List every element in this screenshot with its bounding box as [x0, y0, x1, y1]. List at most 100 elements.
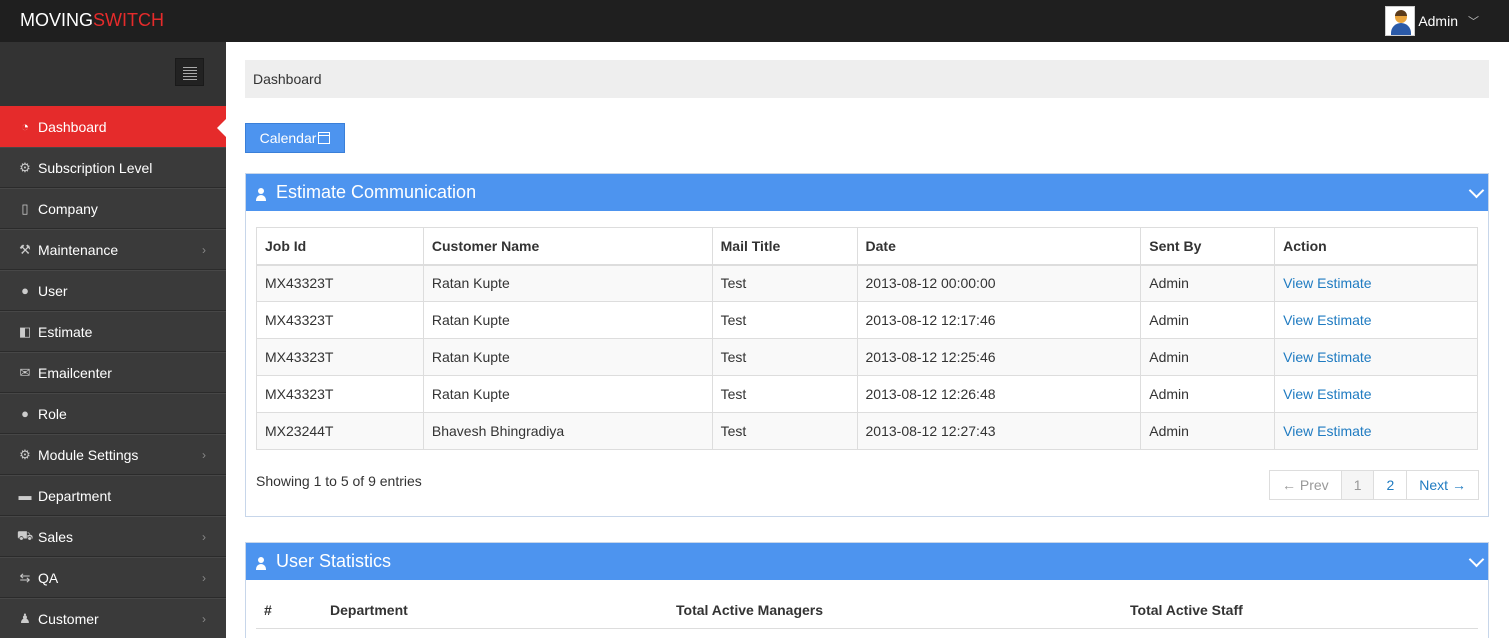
- sidebar-item-customer[interactable]: ♟ Customer ›: [0, 598, 226, 638]
- sidebar-item-dashboard[interactable]: ◔ Dashboard: [0, 106, 227, 147]
- sidebar-item-company[interactable]: ▯ Company: [0, 188, 226, 229]
- sidebar-header: [0, 42, 226, 106]
- retweet-icon: ⇆: [19, 569, 31, 585]
- pagination-page-1[interactable]: 1: [1340, 470, 1375, 500]
- view-estimate-link[interactable]: View Estimate: [1283, 275, 1371, 291]
- chevron-right-icon: ›: [202, 612, 206, 626]
- user-icon: [256, 556, 266, 570]
- gear-icon: ⚙: [19, 159, 31, 175]
- view-estimate-link[interactable]: View Estimate: [1283, 312, 1371, 328]
- panel-title: User Statistics: [276, 551, 392, 571]
- sidebar-item-emailcenter[interactable]: ✉ Emailcenter: [0, 352, 226, 393]
- users-icon: ●: [21, 406, 29, 421]
- chevron-down-icon[interactable]: ﹀: [1468, 13, 1479, 29]
- user-menu[interactable]: Admin ﹀: [1385, 5, 1479, 37]
- sidebar-item-qa[interactable]: ⇆ QA ›: [0, 557, 226, 598]
- sidebar-item-module-settings[interactable]: ⚙ Module Settings ›: [0, 434, 226, 475]
- pagination: ← Prev 1 2 Next →: [1269, 470, 1479, 500]
- sidebar-item-label: Department: [38, 487, 112, 504]
- table-row: MX43323T Ratan Kupte Test 2013-08-12 00:00:…: [256, 264, 1478, 302]
- chevron-right-icon: ›: [202, 571, 206, 585]
- avatar[interactable]: [1385, 6, 1416, 36]
- building-icon: ▯: [21, 200, 29, 216]
- panel-header: Estimate Communication: [246, 174, 1488, 211]
- sidebar-item-estimate[interactable]: ◧ Estimate: [0, 311, 226, 352]
- sidebar-item-user[interactable]: ● User: [0, 270, 226, 311]
- sidebar-toggle-button[interactable]: [175, 58, 204, 86]
- view-estimate-link[interactable]: View Estimate: [1283, 349, 1371, 365]
- table-cell: View Estimate: [1274, 301, 1478, 339]
- table-cell: Bhavesh Bhingradiya: [422, 412, 713, 450]
- pagination-prev[interactable]: ← Prev: [1269, 470, 1342, 500]
- sidebar-item-subscription-level[interactable]: ⚙ Subscription Level: [0, 147, 226, 188]
- brand-logo[interactable]: MOVINGSWITCH: [20, 10, 164, 31]
- sidebar-item-role[interactable]: ● Role: [0, 393, 226, 434]
- sidebar-item-label: QA: [38, 569, 59, 586]
- column-header[interactable]: Mail Title: [711, 227, 858, 266]
- table-cell: MX43323T: [256, 375, 424, 413]
- pagination-page-2[interactable]: 2: [1373, 470, 1408, 500]
- breadcrumb-item[interactable]: Dashboard: [253, 71, 322, 87]
- table-cell: Ratan Kupte: [422, 375, 713, 413]
- sidebar-nav: ◔ Dashboard ⚙ Subscription Level ▯ Company ⚒ Ma…: [0, 106, 227, 638]
- user-statistics-table: # Department Total Active Managers Total Ac…: [256, 592, 1478, 629]
- table-cell: Ratan Kupte: [422, 264, 713, 302]
- table-cell: Test: [711, 412, 858, 450]
- column-header[interactable]: Department: [322, 592, 668, 629]
- sidebar-item-label: Maintenance: [38, 241, 119, 258]
- wrench-icon: ⚒: [19, 241, 31, 257]
- chevron-down-icon[interactable]: [1468, 184, 1484, 200]
- calendar-button[interactable]: Calendar: [245, 123, 345, 153]
- gears-icon: ⚙: [19, 446, 31, 462]
- table-row: MX43323T Ratan Kupte Test 2013-08-12 12:25:…: [256, 338, 1478, 376]
- sidebar-item-sales[interactable]: ⛟ Sales ›: [0, 516, 226, 557]
- columns-icon: ◧: [18, 323, 32, 339]
- table-cell: 2013-08-12 00:00:00: [856, 264, 1142, 302]
- table-cell: View Estimate: [1274, 412, 1478, 450]
- column-header[interactable]: Date: [856, 227, 1142, 266]
- estimate-table: Job Id Customer Name Mail Title Date Sent By…: [256, 227, 1478, 450]
- chevron-down-icon[interactable]: [1468, 553, 1484, 569]
- chevron-right-icon: ›: [202, 243, 206, 257]
- user-statistics-panel: User Statistics # Department Total Active …: [245, 542, 1489, 638]
- sidebar-item-label: Role: [38, 405, 67, 422]
- table-cell: Admin: [1140, 338, 1276, 376]
- sidebar-item-label: Sales: [38, 528, 74, 545]
- cart-icon: ⛟: [16, 527, 34, 543]
- table-row: MX43323T Ratan Kupte Test 2013-08-12 12:26:…: [256, 375, 1478, 413]
- sidebar-item-label: Module Settings: [38, 446, 139, 463]
- table-cell: View Estimate: [1274, 338, 1478, 376]
- briefcase-icon: ▬: [18, 488, 32, 503]
- envelope-icon: ✉: [19, 364, 31, 380]
- table-cell: Test: [711, 375, 858, 413]
- sidebar: ◔ Dashboard ⚙ Subscription Level ▯ Company ⚒ Ma…: [0, 42, 227, 638]
- table-cell: MX43323T: [256, 301, 424, 339]
- calendar-icon: [318, 132, 331, 144]
- sidebar-item-department[interactable]: ▬ Department: [0, 475, 226, 516]
- pagination-next[interactable]: Next →: [1406, 470, 1479, 500]
- sidebar-item-maintenance[interactable]: ⚒ Maintenance ›: [0, 229, 226, 270]
- column-header[interactable]: Action: [1274, 227, 1478, 266]
- column-header[interactable]: #: [256, 592, 322, 629]
- table-cell: Admin: [1140, 264, 1276, 302]
- table-cell: Ratan Kupte: [422, 338, 713, 376]
- column-header[interactable]: Sent By: [1140, 227, 1276, 266]
- column-header[interactable]: Total Active Managers: [668, 592, 1122, 629]
- sidebar-item-label: User: [38, 282, 68, 299]
- entries-info: Showing 1 to 5 of 9 entries: [256, 473, 422, 489]
- table-cell: 2013-08-12 12:25:46: [856, 338, 1142, 376]
- sidebar-item-label: Estimate: [38, 323, 93, 340]
- table-cell: MX23244T: [256, 412, 424, 450]
- user-icon: ●: [21, 283, 29, 298]
- table-cell: 2013-08-12 12:26:48: [856, 375, 1142, 413]
- view-estimate-link[interactable]: View Estimate: [1283, 386, 1371, 402]
- table-cell: View Estimate: [1274, 375, 1478, 413]
- table-cell: MX43323T: [256, 338, 424, 376]
- column-header[interactable]: Total Active Staff: [1122, 592, 1478, 629]
- estimate-communication-panel: Estimate Communication Job Id Customer Na…: [245, 173, 1489, 517]
- chevron-right-icon: ›: [202, 448, 206, 462]
- column-header[interactable]: Job Id: [256, 227, 424, 266]
- view-estimate-link[interactable]: View Estimate: [1283, 423, 1371, 439]
- column-header[interactable]: Customer Name: [422, 227, 713, 266]
- brand-part-moving: MOVING: [20, 10, 94, 30]
